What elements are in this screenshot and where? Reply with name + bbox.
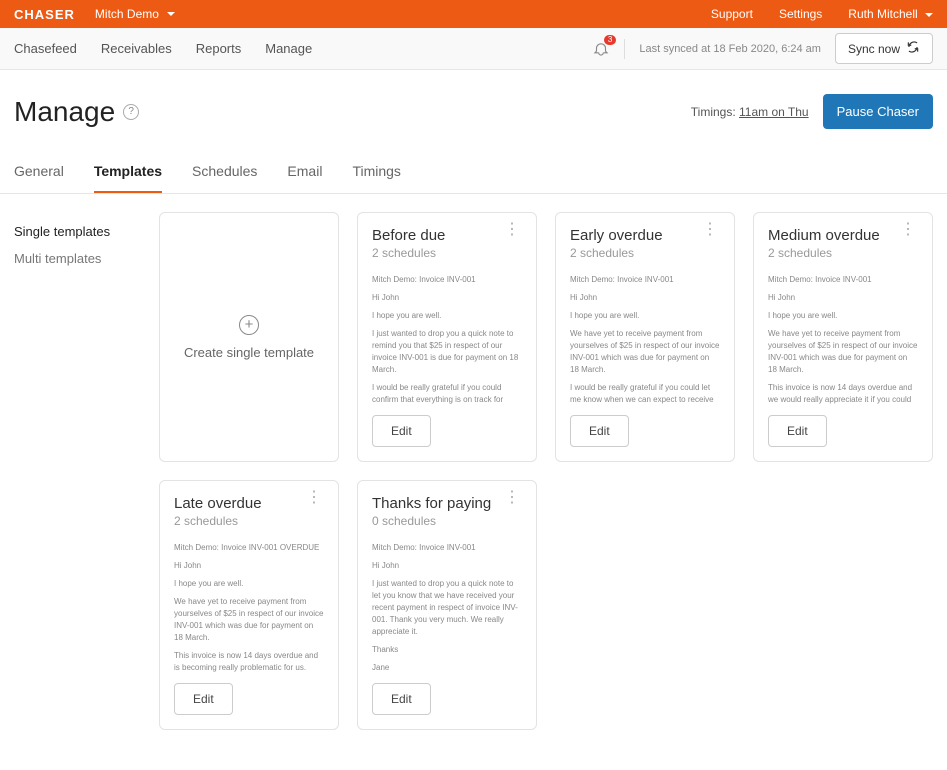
help-icon[interactable]: ? [123, 104, 139, 120]
user-name: Ruth Mitchell [848, 7, 917, 21]
topbar: CHASER Mitch Demo Support Settings Ruth … [0, 0, 947, 28]
support-link[interactable]: Support [711, 7, 753, 21]
template-title: Late overdue [174, 495, 262, 512]
template-preview: Mitch Demo: Invoice INV-001 OVERDUE Hi J… [174, 542, 324, 673]
user-menu[interactable]: Ruth Mitchell [848, 7, 933, 21]
divider [624, 39, 625, 59]
preview-line: Hi John [768, 292, 918, 304]
preview-line: We have yet to receive payment from your… [174, 596, 324, 644]
main-area: Single templates Multi templates + Creat… [0, 194, 947, 770]
template-menu-icon[interactable]: ⋮ [304, 495, 324, 501]
preview-line: Hi John [372, 292, 522, 304]
templates-sidebar: Single templates Multi templates [14, 212, 141, 730]
preview-line: I hope you are well. [570, 310, 720, 322]
sidebar-multi-templates[interactable]: Multi templates [14, 245, 141, 272]
template-title: Medium overdue [768, 227, 880, 244]
tab-schedules[interactable]: Schedules [192, 153, 257, 193]
template-subtitle: 0 schedules [372, 514, 491, 528]
sync-btn-label: Sync now [848, 42, 900, 56]
edit-template-button[interactable]: Edit [570, 415, 629, 447]
preview-line: Hi John [174, 560, 324, 572]
logo: CHASER [14, 7, 75, 22]
preview-line: Mitch Demo: Invoice INV-001 [372, 274, 522, 286]
template-title: Thanks for paying [372, 495, 491, 512]
tab-email[interactable]: Email [287, 153, 322, 193]
template-card: Late overdue 2 schedules ⋮ Mitch Demo: I… [159, 480, 339, 730]
manage-tabs: General Templates Schedules Email Timing… [0, 153, 947, 194]
template-preview: Mitch Demo: Invoice INV-001 Hi John I ho… [768, 274, 918, 405]
settings-link[interactable]: Settings [779, 7, 822, 21]
preview-line: Hi John [372, 560, 522, 572]
edit-template-button[interactable]: Edit [174, 683, 233, 715]
preview-line: We have yet to receive payment from your… [768, 328, 918, 376]
caret-down-icon [925, 13, 933, 17]
notifications-button[interactable]: 3 [592, 40, 610, 58]
templates-grid: + Create single template Before due 2 sc… [159, 212, 933, 730]
preview-line: I would be really grateful if you could … [570, 382, 720, 405]
pause-chaser-button[interactable]: Pause Chaser [823, 94, 933, 129]
plus-icon: + [239, 315, 259, 335]
caret-down-icon [167, 12, 175, 16]
template-menu-icon[interactable]: ⋮ [700, 227, 720, 233]
template-subtitle: 2 schedules [372, 246, 445, 260]
create-template-label: Create single template [184, 345, 314, 360]
timings-label: Timings: [691, 105, 739, 119]
tab-timings[interactable]: Timings [352, 153, 401, 193]
template-preview: Mitch Demo: Invoice INV-001 Hi John I ho… [570, 274, 720, 405]
tab-templates[interactable]: Templates [94, 153, 162, 193]
preview-line: Jane [372, 662, 522, 673]
org-switcher[interactable]: Mitch Demo [95, 7, 175, 21]
nav-manage[interactable]: Manage [265, 41, 312, 56]
preview-line: I would be really grateful if you could … [372, 382, 522, 405]
preview-line: Mitch Demo: Invoice INV-001 [768, 274, 918, 286]
last-synced-text: Last synced at 18 Feb 2020, 6:24 am [639, 43, 821, 55]
create-template-card[interactable]: + Create single template [159, 212, 339, 462]
preview-line: Mitch Demo: Invoice INV-001 [570, 274, 720, 286]
page-title: Manage ? [14, 96, 139, 128]
template-menu-icon[interactable]: ⋮ [898, 227, 918, 233]
refresh-icon [906, 40, 920, 57]
preview-line: Thanks [372, 644, 522, 656]
preview-line: I hope you are well. [372, 310, 522, 322]
preview-line: I just wanted to drop you a quick note t… [372, 578, 522, 638]
edit-template-button[interactable]: Edit [372, 415, 431, 447]
preview-line: This invoice is now 14 days overdue and … [768, 382, 918, 405]
timings-value[interactable]: 11am on Thu [739, 105, 809, 119]
org-name: Mitch Demo [95, 7, 159, 21]
template-card: Medium overdue 2 schedules ⋮ Mitch Demo:… [753, 212, 933, 462]
template-title: Before due [372, 227, 445, 244]
template-menu-icon[interactable]: ⋮ [502, 495, 522, 501]
template-preview: Mitch Demo: Invoice INV-001 Hi John I ho… [372, 274, 522, 405]
nav-reports[interactable]: Reports [196, 41, 242, 56]
template-card: Thanks for paying 0 schedules ⋮ Mitch De… [357, 480, 537, 730]
navbar: Chasefeed Receivables Reports Manage 3 L… [0, 28, 947, 70]
page-title-text: Manage [14, 96, 115, 128]
preview-line: This invoice is now 14 days overdue and … [174, 650, 324, 673]
template-menu-icon[interactable]: ⋮ [502, 227, 522, 233]
template-card: Before due 2 schedules ⋮ Mitch Demo: Inv… [357, 212, 537, 462]
template-card: Early overdue 2 schedules ⋮ Mitch Demo: … [555, 212, 735, 462]
sidebar-single-templates[interactable]: Single templates [14, 218, 141, 245]
template-title: Early overdue [570, 227, 663, 244]
nav-chasefeed[interactable]: Chasefeed [14, 41, 77, 56]
timings-display: Timings: 11am on Thu [691, 105, 809, 119]
edit-template-button[interactable]: Edit [768, 415, 827, 447]
template-preview: Mitch Demo: Invoice INV-001 Hi John I ju… [372, 542, 522, 673]
preview-line: I hope you are well. [768, 310, 918, 322]
tab-general[interactable]: General [14, 153, 64, 193]
preview-line: I hope you are well. [174, 578, 324, 590]
template-subtitle: 2 schedules [570, 246, 663, 260]
page-header: Manage ? Timings: 11am on Thu Pause Chas… [0, 70, 947, 143]
notification-badge: 3 [604, 35, 616, 45]
nav-receivables[interactable]: Receivables [101, 41, 172, 56]
template-subtitle: 2 schedules [174, 514, 262, 528]
sync-now-button[interactable]: Sync now [835, 33, 933, 64]
template-subtitle: 2 schedules [768, 246, 880, 260]
edit-template-button[interactable]: Edit [372, 683, 431, 715]
preview-line: We have yet to receive payment from your… [570, 328, 720, 376]
preview-line: I just wanted to drop you a quick note t… [372, 328, 522, 376]
preview-line: Hi John [570, 292, 720, 304]
preview-line: Mitch Demo: Invoice INV-001 OVERDUE [174, 542, 324, 554]
preview-line: Mitch Demo: Invoice INV-001 [372, 542, 522, 554]
